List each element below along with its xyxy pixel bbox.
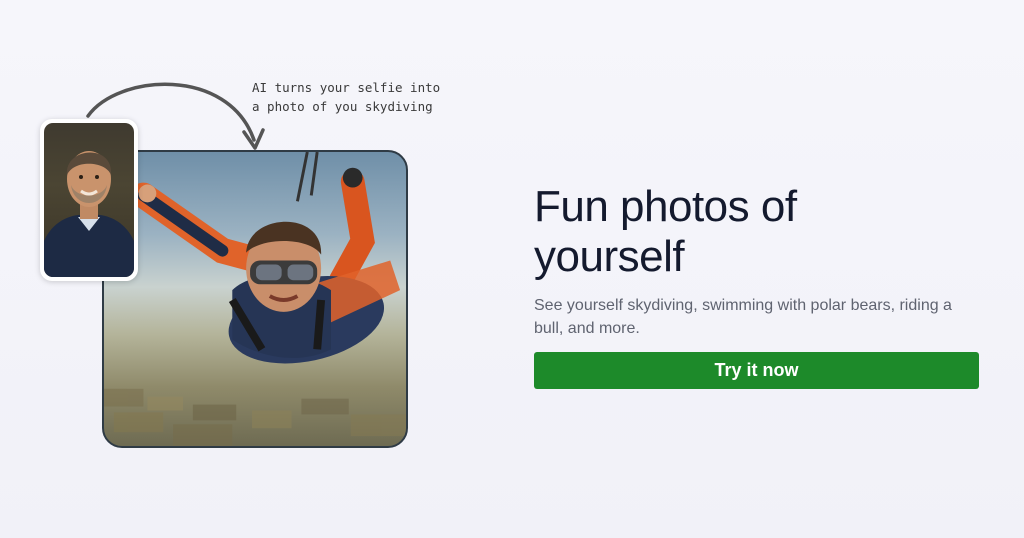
- title-line-2: yourself: [534, 232, 685, 281]
- try-it-now-button[interactable]: Try it now: [534, 352, 979, 389]
- page-title: Fun photos of yourself: [534, 182, 984, 282]
- subtitle: See yourself skydiving, swimming with po…: [534, 297, 952, 337]
- illustration: AI turns your selfie into a photo of you…: [0, 0, 520, 538]
- title-line-1: Fun photos of: [534, 182, 797, 231]
- caption-line-2: a photo of you skydiving: [252, 99, 433, 114]
- skydiving-photo: [102, 150, 408, 448]
- illustration-caption: AI turns your selfie into a photo of you…: [252, 78, 442, 116]
- selfie-portrait: [40, 119, 138, 281]
- landing-page: AI turns your selfie into a photo of you…: [0, 0, 1024, 538]
- caption-line-1: AI turns your selfie into: [252, 80, 441, 95]
